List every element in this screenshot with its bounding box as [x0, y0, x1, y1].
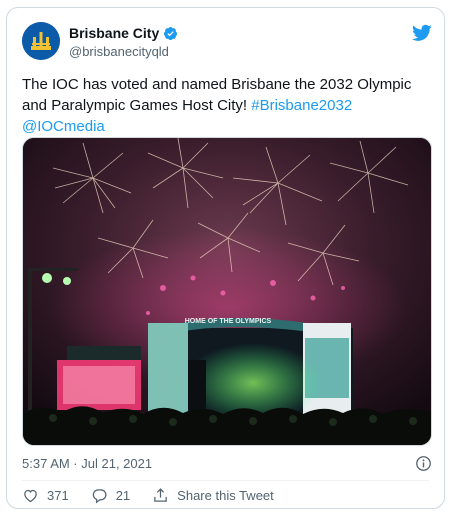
- share-label: Share this Tweet: [177, 487, 274, 503]
- verified-badge-icon: [163, 26, 178, 41]
- share-icon: [154, 487, 167, 502]
- stage-banner-text: HOME OF THE OLYMPICS: [185, 318, 272, 325]
- reply-bubble-icon: [92, 488, 107, 504]
- like-button[interactable]: 371: [22, 487, 69, 504]
- reply-button[interactable]: 21: [91, 487, 130, 504]
- tweet-meta: 5:37 AM · Jul 21, 2021: [22, 454, 432, 474]
- share-button[interactable]: Share this Tweet: [152, 487, 274, 504]
- tweet-timestamp[interactable]: 5:37 AM · Jul 21, 2021: [22, 456, 152, 471]
- reply-count: 21: [115, 487, 131, 503]
- like-count: 371: [47, 487, 69, 503]
- mention-link[interactable]: @IOCmedia: [22, 118, 105, 135]
- tweet-header: Brisbane City @brisbanecityqld: [22, 22, 432, 64]
- tweet-actions: 371 21 Share this Tweet: [22, 485, 296, 505]
- account-names: Brisbane City @brisbanecityqld: [69, 24, 178, 59]
- tweet-photo[interactable]: HOME OF THE OLYMPICS: [22, 137, 432, 446]
- twitter-bird-icon[interactable]: [412, 24, 432, 42]
- heart-icon: [24, 489, 37, 502]
- hashtag-link[interactable]: #Brisbane2032: [251, 97, 352, 114]
- display-name[interactable]: Brisbane City: [69, 25, 159, 41]
- tweet-text: The IOC has voted and named Brisbane the…: [22, 74, 437, 137]
- tweet-card[interactable]: Brisbane City @brisbanecityqld The IOC h…: [6, 7, 445, 509]
- account-handle[interactable]: @brisbanecityqld: [69, 44, 178, 59]
- avatar[interactable]: [22, 22, 60, 60]
- info-icon[interactable]: [415, 455, 432, 472]
- tweet-body: The IOC has voted and named Brisbane the…: [22, 76, 412, 114]
- divider: [22, 480, 429, 481]
